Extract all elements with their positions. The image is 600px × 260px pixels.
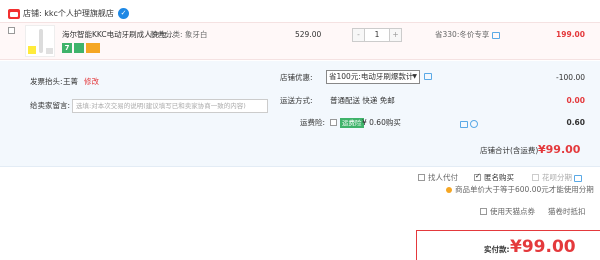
huabei-note-text: 商品单价大于等于600.00元才能使用分期 (455, 185, 594, 194)
payment-total-value: ¥99.00 (510, 237, 576, 257)
store-total-value: ¥99.00 (538, 143, 581, 156)
unit-price: 529.00 (295, 30, 322, 39)
invoice-edit-link[interactable]: 修改 (84, 76, 99, 88)
toothbrush-image (39, 29, 43, 53)
accessory-image (46, 48, 53, 54)
shipping-value: 0.00 (566, 96, 585, 105)
product-row (0, 22, 600, 60)
huabei-label: 花呗分期 (542, 173, 572, 182)
product-spec: 颜色分类: 象牙白 (150, 30, 207, 40)
message-icon[interactable] (574, 174, 582, 182)
spec-label: 颜色分类: (150, 30, 183, 39)
shop-label: 店铺: kkc个人护理旗舰店 (23, 8, 114, 20)
help-pay-label: 找人代付 (428, 173, 458, 182)
discount-select[interactable]: 省100元:电动牙刷爆款计 ▼ (326, 70, 420, 84)
quantity-input[interactable]: 1 (365, 29, 389, 41)
warning-icon (446, 187, 452, 193)
insurance-label: 运费险: (300, 118, 326, 127)
help-pay-checkbox[interactable] (418, 174, 425, 181)
insurance-price: ¥ 0.60购买 (362, 118, 401, 127)
saved-info: 省330:冬价专享 (435, 30, 501, 40)
product-checkbox[interactable] (8, 27, 15, 34)
discount-selected-value: 省100元:电动牙刷爆款计 (329, 72, 414, 81)
seven-day-return-badge: 7 (62, 43, 72, 53)
quantity-increase-button[interactable]: + (389, 29, 401, 41)
help-icon[interactable] (470, 120, 478, 128)
saved-text: 省330:冬价专享 (435, 30, 490, 39)
shop-label-prefix: 店铺: (23, 9, 42, 18)
item-subtotal: 199.00 (556, 30, 585, 39)
shipping-label: 运送方式: (280, 96, 313, 105)
discount-label: 店铺优惠: (280, 73, 313, 82)
payment-total-label: 实付款: (484, 245, 510, 254)
product-thumbnail[interactable] (25, 25, 55, 57)
guarantee-badge (74, 43, 84, 53)
chevron-down-icon: ▼ (412, 73, 417, 80)
seller-message-input[interactable]: 选填:对本次交易的说明(建议填写已和卖家协商一致的内容) (72, 99, 268, 113)
insurance-checkbox[interactable] (330, 119, 337, 126)
insurance-value: 0.60 (566, 118, 585, 127)
quantity-decrease-button[interactable]: - (353, 29, 365, 41)
huabei-checkbox (532, 174, 539, 181)
insurance-icons (460, 119, 478, 128)
quantity-stepper: - 1 + (352, 28, 402, 42)
anonymous-label: 匿名购买 (484, 173, 514, 182)
anonymous-checkbox[interactable] (474, 172, 481, 181)
discount-info-icon[interactable] (424, 73, 432, 80)
tmall-coupon-label: 使用天猫点券 (490, 207, 535, 216)
shipping-options: 普通配送 快递 免邮 (330, 96, 395, 105)
message-icon[interactable] (460, 120, 468, 128)
huabei-note: 商品单价大于等于600.00元才能使用分期 (446, 184, 594, 195)
discount-value: -100.00 (556, 73, 585, 82)
message-icon[interactable] (492, 31, 501, 39)
tmall-coupon-checkbox[interactable] (480, 208, 487, 215)
invoice-label: 发票抬头: (30, 77, 63, 86)
store-total-label: 店铺合计(含运费) (480, 146, 539, 155)
credit-card-badge (86, 43, 100, 53)
spec-value: 象牙白 (184, 30, 208, 39)
shop-icon (8, 9, 20, 19)
insurance-tag: 运费险 (340, 118, 364, 128)
package-image (28, 46, 36, 54)
chat-icon[interactable]: ✓ (118, 8, 129, 19)
tmall-topup-link[interactable]: 猫卷时抵扣 (548, 206, 586, 218)
message-label: 给卖家留言: (30, 101, 71, 110)
huabei-option: 花呗分期 (542, 172, 582, 184)
invoice-name: 王菁 (63, 77, 78, 86)
shop-name-link[interactable]: kkc个人护理旗舰店 (44, 9, 114, 18)
